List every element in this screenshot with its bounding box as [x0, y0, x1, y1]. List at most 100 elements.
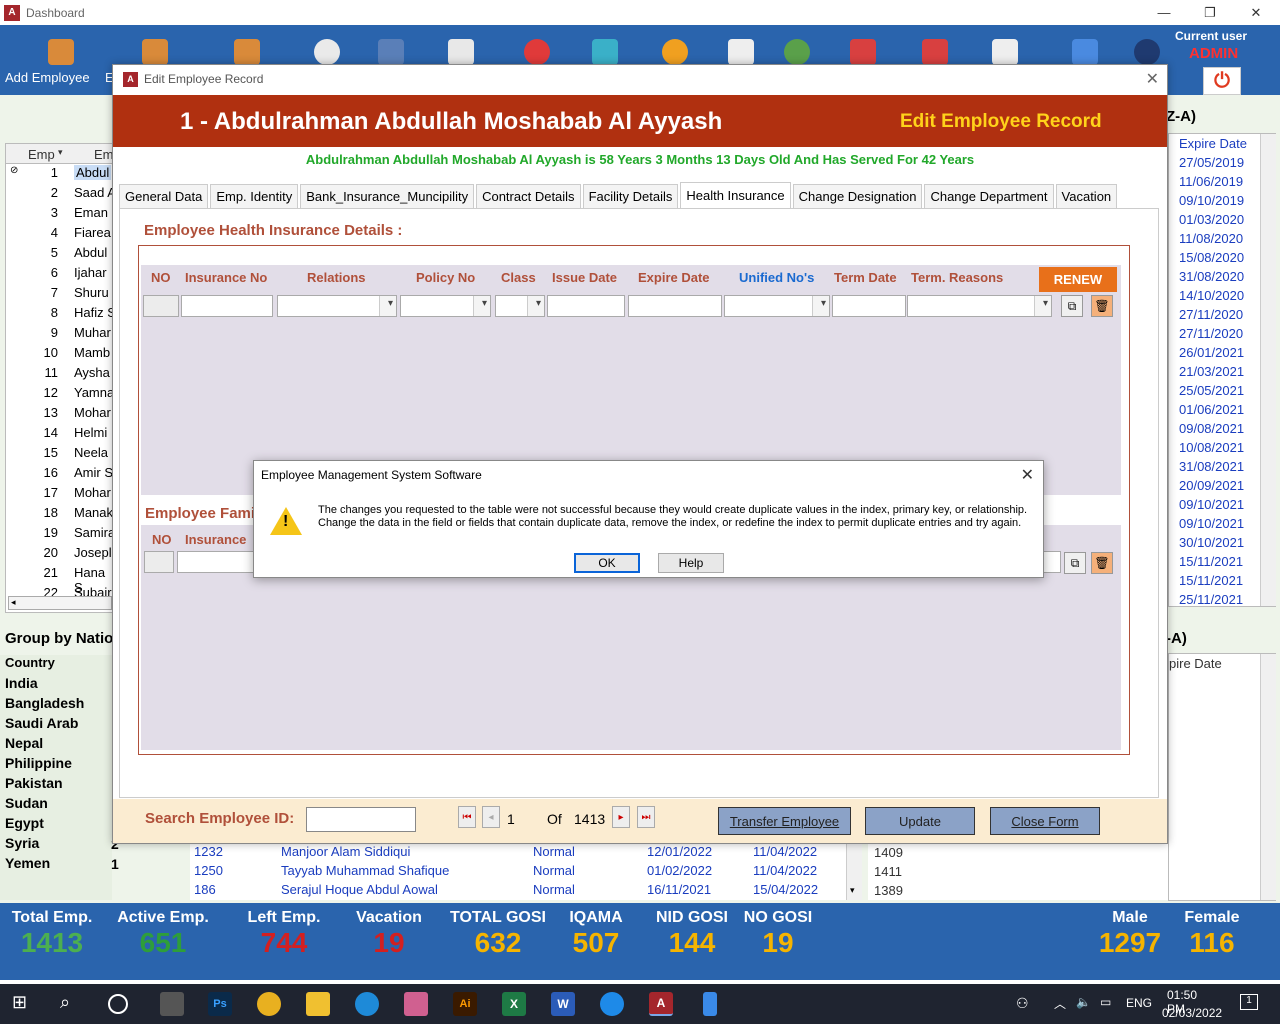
table-row[interactable]: 6 Ijahar [6, 265, 116, 285]
gauge-icon[interactable] [784, 39, 810, 65]
tab-health-insurance[interactable]: Health Insurance [680, 182, 791, 208]
country-item[interactable]: Saudi Arab [5, 715, 78, 731]
expire-date-input[interactable] [628, 295, 722, 317]
expire-date-cell[interactable]: 25/05/2021 [1179, 383, 1244, 398]
expire-date-cell[interactable]: 26/01/2021 [1179, 345, 1244, 360]
chrome-icon[interactable] [257, 992, 281, 1016]
table-row[interactable]: 12 Yamna [6, 385, 116, 405]
maximize-button[interactable]: ❐ [1187, 0, 1233, 25]
country-item[interactable]: Bangladesh [5, 695, 84, 711]
task-view-icon[interactable] [108, 994, 128, 1014]
update-button[interactable]: Update [865, 807, 975, 835]
expire-date-cell[interactable]: 15/11/2021 [1179, 554, 1243, 569]
expire-date-cell[interactable]: 27/11/2020 [1179, 307, 1243, 322]
renew-button[interactable]: RENEW [1039, 267, 1117, 292]
term-reasons-select[interactable]: ▾ [907, 295, 1052, 317]
country-item[interactable]: Yemen [5, 855, 50, 871]
paint-icon[interactable] [404, 992, 428, 1016]
expire-date-grid[interactable]: Expire Date 27/05/2019 11/06/2019 09/10/20… [1168, 133, 1276, 607]
country-item[interactable]: Syria [5, 835, 39, 851]
access-icon[interactable]: A [649, 992, 673, 1016]
tab-general-data[interactable]: General Data [119, 184, 209, 208]
form-close-icon[interactable]: ✕ [1146, 69, 1159, 89]
country-item[interactable]: Pakistan [5, 775, 63, 791]
prev-record-icon[interactable]: ◂ [482, 806, 500, 828]
tab-vacation[interactable]: Vacation [1055, 184, 1118, 208]
expire-date-cell[interactable]: 31/08/2020 [1179, 269, 1244, 284]
country-item[interactable]: Philippine [5, 755, 72, 771]
fam-no-field[interactable] [144, 551, 174, 573]
add-employee-label[interactable]: Add Employee [5, 70, 90, 85]
expire-date-cell[interactable]: 30/10/2021 [1179, 535, 1244, 550]
language-indicator[interactable]: ENG [1126, 996, 1152, 1010]
network-icon[interactable]: ▭ [1100, 995, 1111, 1009]
expire-date-cell[interactable]: 31/08/2021 [1179, 459, 1244, 474]
vacation-grid-scrollbar[interactable]: ▾ [846, 843, 862, 900]
expire-date-cell[interactable]: 09/08/2021 [1179, 421, 1244, 436]
expire-date-cell[interactable]: 15/11/2021 [1179, 573, 1243, 588]
last-record-icon[interactable]: ⏭ [637, 806, 655, 828]
document-icon[interactable] [448, 39, 474, 65]
table-row[interactable]: 16 Amir S [6, 465, 116, 485]
table-row[interactable]: 18 Manak [6, 505, 116, 525]
table-row[interactable]: 14 Helmi [6, 425, 116, 445]
class-select[interactable]: ▾ [495, 295, 545, 317]
clock-date[interactable]: 02/03/2022 [1162, 1006, 1222, 1020]
table-row[interactable]: 8 Hafiz S [6, 305, 116, 325]
expire-date-cell[interactable]: 11/08/2020 [1179, 231, 1243, 246]
transfer-employee-button[interactable]: Transfer Employee [718, 807, 851, 835]
grid-col-emp[interactable]: Emp [28, 147, 55, 162]
report-icon[interactable] [592, 39, 618, 65]
expire-date-cell[interactable]: 01/03/2020 [1179, 212, 1244, 227]
vertical-scrollbar[interactable] [1260, 134, 1276, 606]
fam-field-edge[interactable] [1043, 551, 1061, 573]
excel-icon[interactable]: X [502, 992, 526, 1016]
tab-facility-details[interactable]: Facility Details [582, 184, 679, 208]
search-employee-input[interactable] [306, 807, 416, 832]
expire-date-cell[interactable]: 09/10/2021 [1179, 516, 1244, 531]
table-row[interactable]: 2 Saad A [6, 185, 116, 205]
teamviewer-icon[interactable] [600, 992, 624, 1016]
record-number[interactable]: 1 [507, 811, 515, 827]
expire-date-header-2[interactable]: pire Date [1169, 656, 1222, 671]
file-explorer-icon[interactable] [306, 992, 330, 1016]
issue-date-input[interactable] [547, 295, 625, 317]
table-row[interactable]: 10 Mamb [6, 345, 116, 365]
settings-icon[interactable] [1134, 39, 1160, 65]
insurance-number-input[interactable] [181, 295, 273, 317]
expire-date-grid-2[interactable]: pire Date [1168, 653, 1276, 901]
edge-icon[interactable] [355, 992, 379, 1016]
expire-date-cell[interactable]: 25/11/2021 [1179, 592, 1243, 607]
expire-date-cell[interactable]: 11/06/2019 [1179, 174, 1243, 189]
tab-contract-details[interactable]: Contract Details [476, 184, 581, 208]
policy-no-select[interactable]: ▾ [400, 295, 491, 317]
relations-select[interactable]: ▾ [277, 295, 397, 317]
horizontal-scrollbar[interactable]: ◂ [8, 596, 112, 610]
country-item[interactable]: Egypt [5, 815, 44, 831]
table-row[interactable]: 13 Mohar [6, 405, 116, 425]
vertical-scrollbar-2[interactable] [1260, 654, 1276, 900]
table-row[interactable]: 1232 Manjoor Alam Siddiqui Normal 12/01/202… [190, 844, 850, 863]
close-window-button[interactable]: ✕ [1233, 0, 1279, 25]
table-row[interactable]: 15 Neela [6, 445, 116, 465]
expire-date-cell[interactable]: 27/05/2019 [1179, 155, 1244, 170]
volume-icon[interactable]: 🔈 [1076, 995, 1091, 1009]
delete-record-icon[interactable]: 🗑 [1091, 552, 1113, 574]
expire-date-header[interactable]: Expire Date [1179, 136, 1247, 151]
salary-icon[interactable] [992, 39, 1018, 65]
notification-icon[interactable]: 1 [1240, 994, 1258, 1010]
photoshop-icon[interactable]: Ps [208, 992, 232, 1016]
table-row[interactable]: 20 Josepl [6, 545, 116, 565]
table-row[interactable]: 19 Samira [6, 525, 116, 545]
windows-start-icon[interactable]: ⊞ [12, 992, 36, 1016]
expire-date-cell[interactable]: 09/10/2021 [1179, 497, 1244, 512]
expire-date-cell[interactable]: 01/06/2021 [1179, 402, 1244, 417]
ok-button[interactable]: OK [574, 553, 640, 573]
expire-date-cell[interactable]: 20/09/2021 [1179, 478, 1244, 493]
calendar-icon[interactable] [850, 39, 876, 65]
expire-date-cell[interactable]: 27/11/2020 [1179, 326, 1243, 341]
help-button[interactable]: Help [658, 553, 724, 573]
table-row[interactable]: 1250 Tayyab Muhammad Shafique Normal 01/02/… [190, 863, 850, 882]
taskbar-app-icon[interactable] [160, 992, 184, 1016]
table-row[interactable]: 7 Shuru [6, 285, 116, 305]
